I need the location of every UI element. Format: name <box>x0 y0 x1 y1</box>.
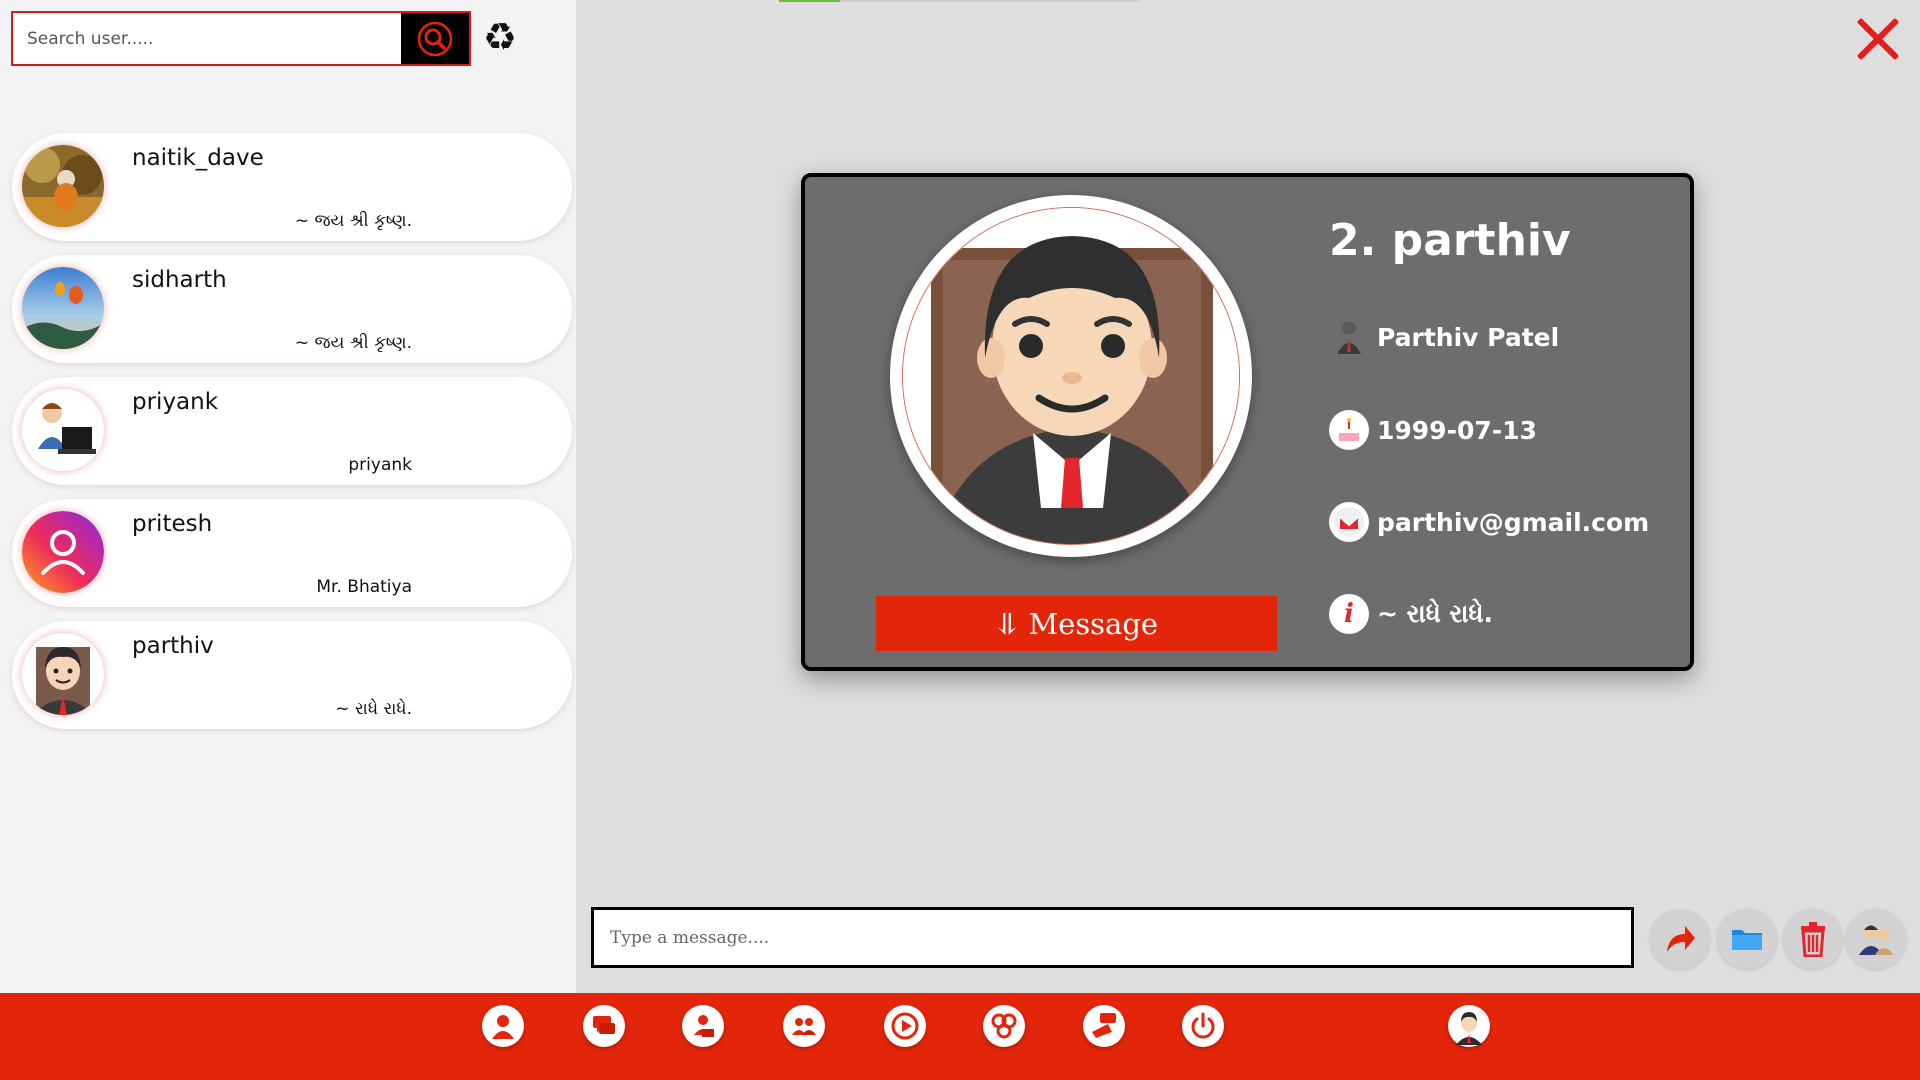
profile-title: 2. parthiv <box>1329 215 1571 266</box>
contact-name: priyank <box>132 389 219 415</box>
nav-logout-button[interactable] <box>1182 1005 1224 1047</box>
contact-list: naitik_dave ~ જય શ્રી કૃષ્ણ. sidharth ~ … <box>12 133 572 743</box>
trash-icon <box>1801 922 1825 957</box>
avatar-icon <box>1450 1007 1488 1045</box>
search-input[interactable] <box>13 13 401 64</box>
send-button[interactable] <box>1650 909 1710 969</box>
search-icon <box>417 21 453 56</box>
avatar <box>22 511 104 593</box>
profile-avatar <box>890 195 1252 557</box>
avatar <box>22 389 104 471</box>
profile-icon <box>492 1015 514 1039</box>
nav-profile-button[interactable] <box>482 1005 524 1047</box>
power-icon <box>1191 1012 1215 1039</box>
delete-chat-button[interactable] <box>1783 909 1843 969</box>
profile-about-row: i ~ રાધે રાધે. <box>1329 594 1493 634</box>
contact-name: naitik_dave <box>132 145 264 171</box>
user-icon <box>1329 317 1369 357</box>
profile-fullname-row: Parthiv Patel <box>1329 317 1559 357</box>
avatar <box>22 267 104 349</box>
message-input[interactable] <box>594 910 1631 965</box>
nav-media-button[interactable] <box>884 1005 926 1047</box>
users-icon <box>1859 925 1893 955</box>
search-box <box>11 11 471 66</box>
birthday-cake-icon <box>1329 410 1369 450</box>
profile-card: ⥥ Message 2. parthiv Parthiv Patel 1999-… <box>801 173 1694 671</box>
contact-status: Mr. Bhatiya <box>316 577 412 597</box>
play-icon <box>891 1012 919 1040</box>
attach-file-button[interactable] <box>1717 909 1777 969</box>
contact-item-pritesh[interactable]: pritesh Mr. Bhatiya <box>12 499 572 607</box>
loading-progress-bar <box>779 0 1139 2</box>
refresh-button[interactable]: ♻ <box>478 16 522 60</box>
contact-name: pritesh <box>132 511 213 537</box>
feedback-icon <box>1092 1013 1116 1038</box>
nav-settings-button[interactable] <box>983 1005 1025 1047</box>
loading-progress-fill <box>779 0 841 2</box>
recycle-icon: ♻ <box>482 17 518 59</box>
nav-users-button[interactable] <box>682 1005 724 1047</box>
folder-icon <box>1732 930 1762 950</box>
message-button[interactable]: ⥥ Message <box>876 596 1277 651</box>
sidebar: ♻ naitik_dave ~ જય શ્રી કૃષ્ણ. <box>0 0 576 993</box>
avatar <box>22 145 104 227</box>
message-composer <box>591 907 1634 968</box>
profile-email: parthiv@gmail.com <box>1377 507 1650 537</box>
profile-birthdate: 1999-07-13 <box>1377 415 1537 445</box>
chat-area: ⥥ Message 2. parthiv Parthiv Patel 1999-… <box>576 0 1920 993</box>
nav-feedback-button[interactable] <box>1083 1005 1125 1047</box>
send-arrow-icon <box>1667 926 1695 952</box>
info-icon: i <box>1329 594 1369 634</box>
contact-status: ~ રાધે રાધે. <box>335 699 412 719</box>
contact-info-button[interactable] <box>1846 909 1906 969</box>
contact-item-naitik-dave[interactable]: naitik_dave ~ જય શ્રી કૃષ્ણ. <box>12 133 572 241</box>
nav-groups-button[interactable] <box>783 1005 825 1047</box>
contact-status: ~ જય શ્રી કૃષ્ણ. <box>294 333 412 353</box>
avatar <box>22 633 104 715</box>
chat-icon <box>593 1016 615 1034</box>
profile-fullname: Parthiv Patel <box>1377 322 1560 352</box>
group-icon <box>792 1018 816 1035</box>
gear-icon <box>991 1013 1017 1039</box>
contact-item-parthiv[interactable]: parthiv ~ રાધે રાધે. <box>12 621 572 729</box>
close-button[interactable] <box>1854 16 1900 62</box>
contact-status: ~ જય શ્રી કૃષ્ણ. <box>294 211 412 231</box>
contact-item-priyank[interactable]: priyank priyank <box>12 377 572 485</box>
user-desk-icon <box>694 1015 714 1037</box>
contact-name: sidharth <box>132 267 227 293</box>
contact-item-sidharth[interactable]: sidharth ~ જય શ્રી કૃષ્ણ. <box>12 255 572 363</box>
mail-icon <box>1329 502 1369 542</box>
profile-email-row: parthiv@gmail.com <box>1329 502 1649 542</box>
profile-about: ~ રાધે રાધે. <box>1377 599 1493 628</box>
contact-name: parthiv <box>132 633 214 659</box>
bottom-nav-bar <box>0 993 1920 1080</box>
contact-status: priyank <box>348 455 412 475</box>
nav-chats-button[interactable] <box>583 1005 625 1047</box>
search-button[interactable] <box>401 13 469 64</box>
profile-birthdate-row: 1999-07-13 <box>1329 410 1537 450</box>
current-user-avatar[interactable] <box>1448 1005 1490 1047</box>
